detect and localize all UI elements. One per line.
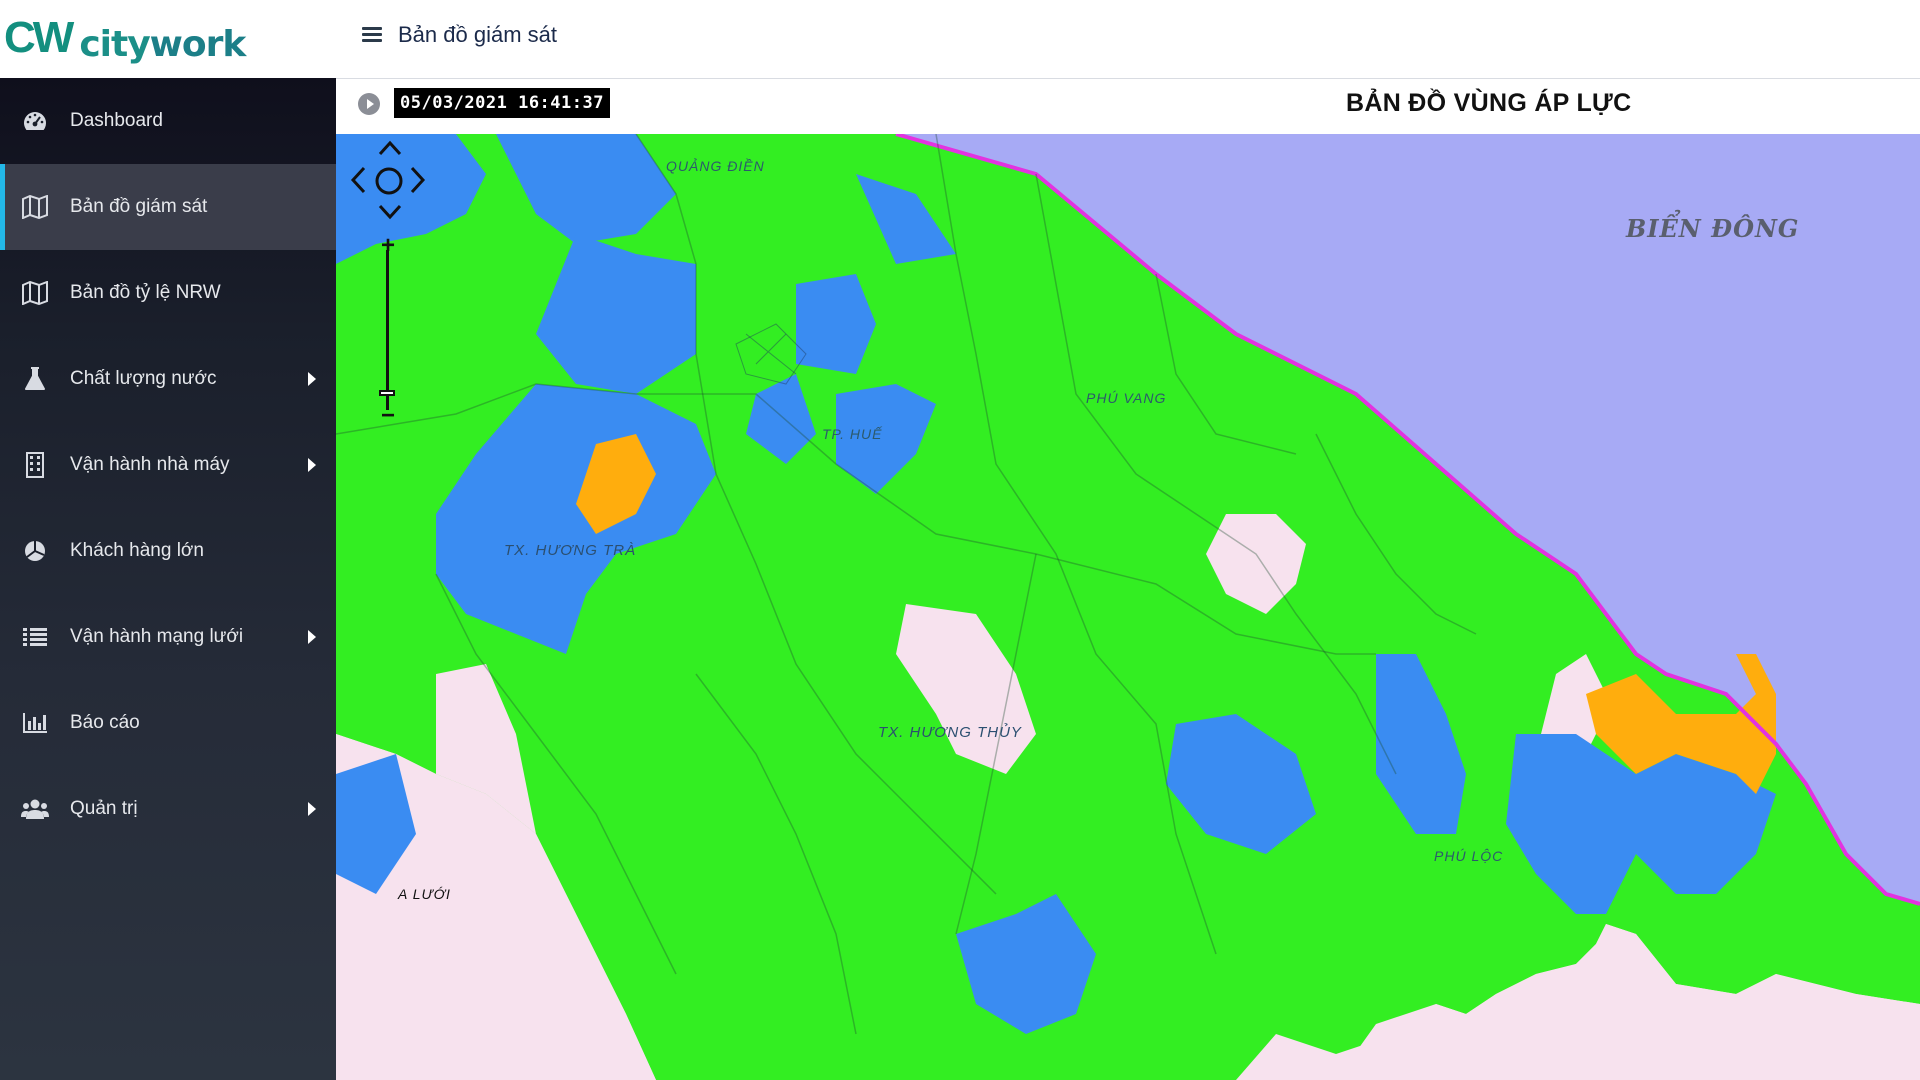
sidebar-item-bao-cao[interactable]: Báo cáo: [0, 680, 336, 766]
list-icon: [20, 622, 50, 652]
page-title: Bản đồ giám sát: [398, 22, 557, 47]
caret-right-icon: [308, 372, 316, 386]
caret-right-icon: [308, 630, 316, 644]
place-label: TX. HƯƠNG THỦY: [878, 724, 1022, 741]
sidebar-item-label: Bản đồ tỷ lệ NRW: [70, 282, 221, 303]
sidebar-item-dashboard[interactable]: Dashboard: [0, 78, 336, 164]
map-timestamp: 05/03/2021 16:41:37: [394, 88, 610, 118]
place-label: PHÚ VANG: [1086, 390, 1167, 406]
bar-chart-icon: [20, 708, 50, 738]
place-label: TP. HUẾ: [822, 426, 883, 442]
logo-wordmark: citywork: [79, 23, 246, 65]
map-icon: [20, 278, 50, 308]
users-icon: [20, 794, 50, 824]
pan-left-icon[interactable]: [350, 166, 366, 194]
pan-center-icon[interactable]: [374, 166, 404, 196]
pan-up-icon[interactable]: [378, 140, 402, 156]
caret-right-icon: [308, 802, 316, 816]
sidebar-item-van-hanh-mang-luoi[interactable]: Vận hành mạng lưới: [0, 594, 336, 680]
flask-icon: [20, 364, 50, 394]
building-icon: [20, 450, 50, 480]
map-canvas: [336, 134, 1920, 1080]
sidebar-item-chat-luong-nuoc[interactable]: Chất lượng nước: [0, 336, 336, 422]
zoom-slider-handle[interactable]: [379, 390, 395, 396]
map-navigation-controls: + −: [350, 140, 426, 430]
dashboard-icon: [20, 106, 50, 136]
top-header: CW citywork Bản đồ giám sát: [0, 0, 1920, 78]
zoom-slider[interactable]: [386, 250, 389, 410]
collapse-arrow-icon[interactable]: [358, 93, 380, 115]
place-label: A LƯỚI: [398, 886, 451, 902]
pressure-zone-map[interactable]: BIỂN ĐÔNG QUẢNG ĐIỀN PHÚ VANG TP. HUẾ TX…: [336, 134, 1920, 1080]
sidebar: Dashboard Bản đồ giám sát Bản đồ tỷ lệ N…: [0, 78, 336, 1080]
sidebar-item-khach-hang-lon[interactable]: Khách hàng lớn: [0, 508, 336, 594]
map-title: BẢN ĐỒ VÙNG ÁP LỰC: [1346, 89, 1632, 117]
place-label: TX. HƯƠNG TRÀ: [504, 542, 637, 559]
pie-chart-icon: [20, 536, 50, 566]
sidebar-item-label: Vận hành mạng lưới: [70, 626, 244, 647]
zoom-out-button[interactable]: −: [376, 404, 400, 428]
sidebar-item-ban-do-giam-sat[interactable]: Bản đồ giám sát: [0, 164, 336, 250]
sidebar-item-label: Khách hàng lớn: [70, 540, 204, 561]
map-icon: [20, 192, 50, 222]
sidebar-item-ban-do-nrw[interactable]: Bản đồ tỷ lệ NRW: [0, 250, 336, 336]
sea-label: BIỂN ĐÔNG: [1626, 214, 1800, 243]
sidebar-item-quan-tri[interactable]: Quản trị: [0, 766, 336, 852]
place-label: QUẢNG ĐIỀN: [666, 158, 765, 174]
place-label: PHÚ LỘC: [1434, 848, 1504, 864]
sidebar-item-label: Quản trị: [70, 798, 138, 819]
sidebar-item-van-hanh-nha-may[interactable]: Vận hành nhà máy: [0, 422, 336, 508]
map-toolbar: 05/03/2021 16:41:37 BẢN ĐỒ VÙNG ÁP LỰC: [336, 78, 1920, 134]
sidebar-item-label: Vận hành nhà máy: [70, 454, 230, 475]
sidebar-item-label: Chất lượng nước: [70, 368, 217, 389]
sidebar-item-label: Báo cáo: [70, 712, 140, 733]
citywork-logo[interactable]: CW citywork: [4, 8, 246, 68]
hamburger-menu-icon[interactable]: [360, 24, 384, 48]
caret-right-icon: [308, 458, 316, 472]
logo-mark: CW: [4, 13, 74, 62]
sidebar-item-label: Bản đồ giám sát: [70, 196, 208, 217]
sidebar-item-label: Dashboard: [70, 110, 163, 131]
pan-down-icon[interactable]: [378, 204, 402, 220]
pan-right-icon[interactable]: [410, 166, 426, 194]
